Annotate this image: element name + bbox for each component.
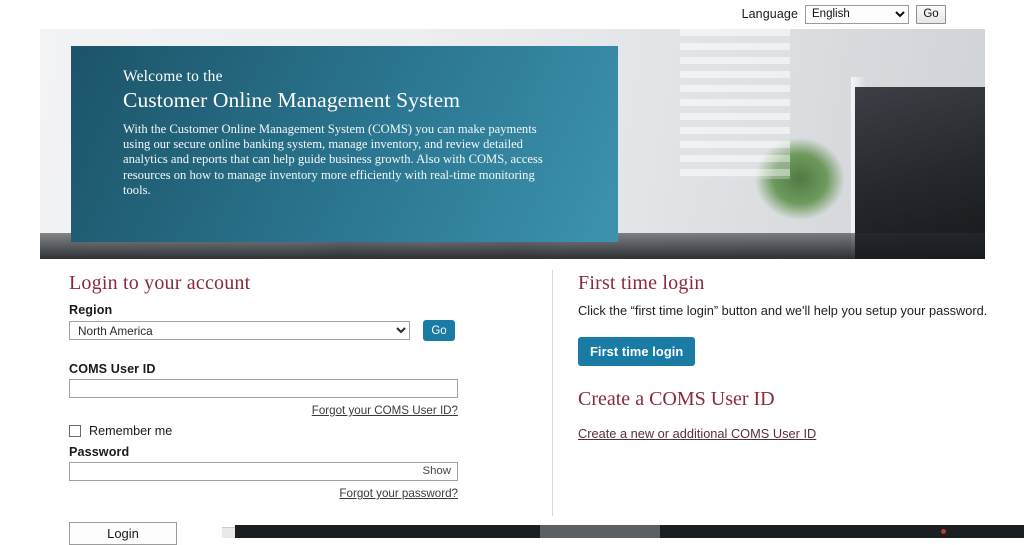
create-user-id-heading: Create a COMS User ID (578, 387, 775, 410)
coms-user-id-input[interactable] (69, 379, 458, 398)
region-label: Region (69, 303, 113, 317)
remember-me-label: Remember me (89, 424, 173, 438)
main-content: Login to your account Region North Ameri… (0, 262, 1024, 545)
forgot-userid-row: Forgot your COMS User ID? (69, 401, 458, 419)
form-spacer (69, 341, 529, 362)
hero-window-blinds (680, 29, 790, 179)
language-go-button[interactable]: Go (916, 4, 946, 24)
login-button[interactable]: Login (69, 522, 177, 545)
show-password-link[interactable]: Show (423, 465, 452, 477)
first-time-login-button[interactable]: First time login (578, 336, 696, 366)
first-time-login-description: Click the “first time login” button and … (578, 303, 988, 318)
create-user-id-link[interactable]: Create a new or additional COMS User ID (578, 426, 816, 441)
password-label: Password (69, 445, 130, 459)
region-select[interactable]: North America (69, 321, 410, 340)
hero-description: With the Customer Online Management Syst… (123, 122, 543, 197)
remember-me-row[interactable]: Remember me (69, 424, 529, 438)
region-row: North America Go (69, 320, 529, 341)
help-panel: First time login Click the “first time l… (578, 262, 998, 443)
region-go-button[interactable]: Go (423, 320, 455, 341)
hero-title: Customer Online Management System (123, 88, 461, 112)
hero-welcome-text: Welcome to the (123, 68, 223, 85)
taskbar-active-segment[interactable] (540, 525, 660, 538)
login-heading: Login to your account (69, 272, 251, 294)
login-panel: Login to your account Region North Ameri… (69, 262, 529, 545)
forgot-password-link[interactable]: Forgot your password? (339, 487, 458, 500)
remember-me-checkbox[interactable] (69, 425, 81, 437)
userid-label: COMS User ID (69, 362, 156, 376)
forgot-password-row: Forgot your password? (69, 484, 458, 502)
column-divider (552, 270, 553, 516)
hero-banner: Welcome to the Customer Online Managemen… (40, 29, 985, 259)
password-wrapper: Show (69, 462, 458, 481)
language-select[interactable]: English (805, 4, 909, 24)
first-time-login-heading: First time login (578, 272, 705, 294)
taskbar-tray-indicator-icon (941, 529, 946, 534)
os-taskbar[interactable] (235, 525, 1024, 538)
language-bar: Language English Go (0, 0, 1024, 28)
password-input[interactable] (69, 462, 458, 481)
forgot-user-id-link[interactable]: Forgot your COMS User ID? (312, 404, 458, 417)
window-bottom-corner (222, 527, 236, 538)
hero-text-panel: Welcome to the Customer Online Managemen… (71, 46, 618, 242)
language-label: Language (741, 7, 798, 21)
